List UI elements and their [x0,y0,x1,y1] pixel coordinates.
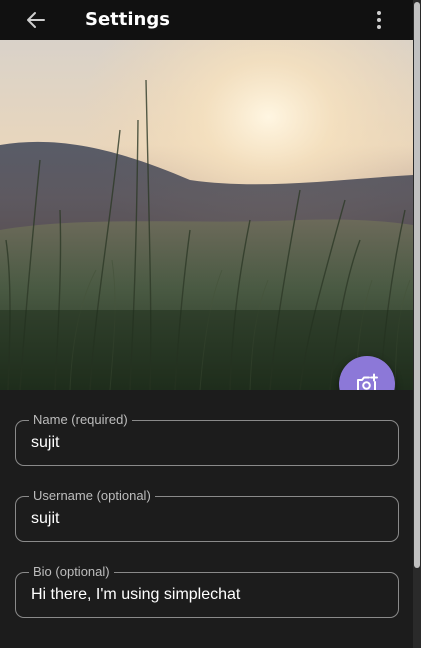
name-field: Name (required) [15,411,399,466]
camera-add-icon [357,373,378,390]
username-input[interactable] [31,508,381,530]
cover-image [0,40,413,390]
scrollbar-thumb[interactable] [414,2,420,568]
back-button[interactable] [24,8,48,32]
cover-photo [0,40,413,390]
more-options-button[interactable] [367,8,391,32]
bio-field-label: Bio (optional) [29,563,114,581]
scrollbar[interactable] [413,0,421,648]
more-vertical-icon [377,11,381,29]
name-input[interactable] [31,432,381,454]
username-field-label: Username (optional) [29,487,155,505]
bio-field: Bio (optional) [15,563,399,618]
settings-screen: Settings Name (required) sujit Username … [0,0,413,648]
name-field-label: Name (required) [29,411,132,429]
username-field: Username (optional) [15,487,399,542]
page-title: Settings [85,9,170,30]
arrow-left-icon [27,12,45,28]
app-bar: Settings [0,0,413,40]
bio-input[interactable] [31,584,381,606]
